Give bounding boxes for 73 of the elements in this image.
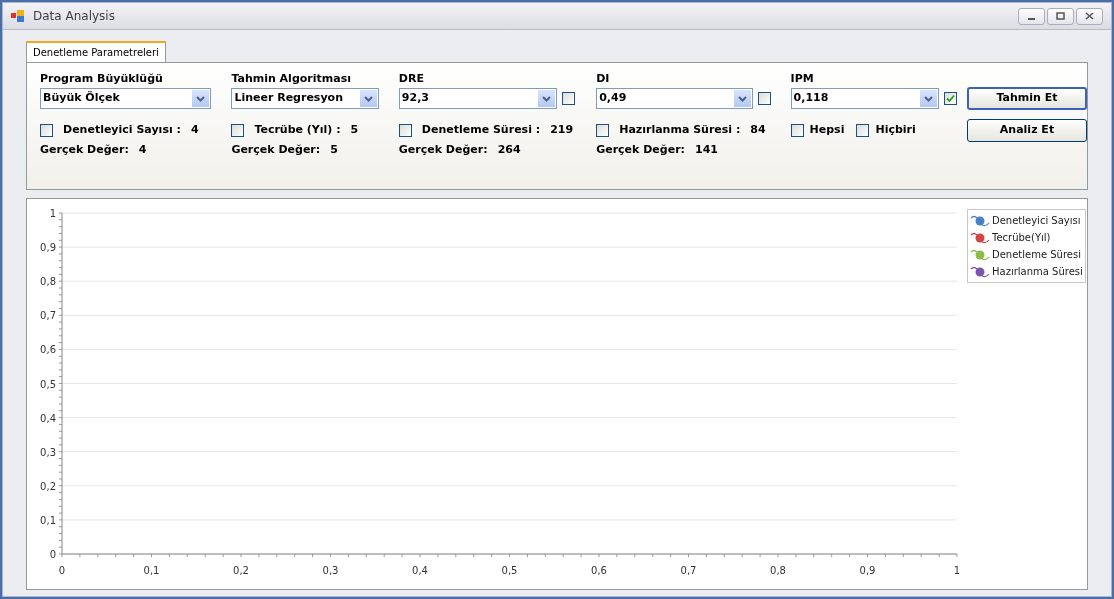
- dropdown-field[interactable]: Büyük Ölçek: [40, 88, 211, 110]
- maximize-icon: [1056, 12, 1065, 21]
- close-icon: [1085, 12, 1094, 21]
- field-label: Program Büyüklüğü: [40, 71, 164, 88]
- x-tick-label: 0,1: [143, 565, 160, 576]
- metric-label: Denetleyici Sayısı :: [63, 122, 181, 139]
- x-tick-label: 0,8: [770, 565, 786, 576]
- dropdown-field[interactable]: Lineer Regresyon: [231, 88, 380, 110]
- x-tick-label: 0,2: [233, 565, 249, 576]
- metric-value: 4: [190, 122, 199, 139]
- checkbox[interactable]: [758, 92, 772, 106]
- x-tick-label: 0,6: [591, 565, 607, 576]
- window-title: Data Analysis: [33, 8, 115, 26]
- option-label: Hepsi: [809, 122, 845, 139]
- actual-value-label: Gerçek Değer:: [40, 141, 129, 158]
- checkbox[interactable]: [943, 92, 957, 106]
- dropdown-field[interactable]: 92,3: [398, 88, 557, 110]
- checkbox[interactable]: [231, 124, 245, 137]
- field-label: Tahmin Algoritması: [231, 71, 352, 88]
- metric-value: 84: [750, 122, 766, 139]
- y-tick-label: 0,1: [40, 514, 56, 526]
- checkbox[interactable]: [856, 124, 870, 137]
- dropdown-field[interactable]: 0,49: [596, 88, 754, 110]
- x-tick-label: 1: [953, 565, 961, 576]
- legend-label: Tecrübe(Yıl): [992, 231, 1051, 245]
- checkbox[interactable]: [596, 124, 610, 137]
- actual-value: 141: [695, 141, 718, 158]
- checkbox[interactable]: [790, 124, 804, 137]
- y-tick-label: 1: [49, 208, 56, 219]
- metric-label: Tecrübe (Yıl) :: [254, 122, 341, 139]
- maximize-button[interactable]: [1047, 7, 1074, 25]
- field-label: DI: [596, 71, 611, 88]
- checkbox[interactable]: [40, 124, 53, 137]
- close-button[interactable]: [1076, 7, 1103, 25]
- option-label: Hiçbiri: [875, 122, 916, 139]
- x-tick-label: 0,4: [412, 565, 428, 576]
- field-label: IPM: [790, 71, 815, 88]
- legend-label: Hazırlanma Süresi: [992, 265, 1083, 279]
- x-tick-label: 0,5: [501, 565, 518, 576]
- actual-value-label: Gerçek Değer:: [398, 141, 488, 158]
- y-tick-label: 0,7: [40, 310, 56, 322]
- y-tick-label: 0,4: [40, 412, 56, 424]
- checkbox[interactable]: [398, 124, 412, 137]
- app-icon: [11, 10, 25, 23]
- actual-value-label: Gerçek Değer:: [596, 141, 685, 158]
- x-tick-label: 0,3: [322, 565, 339, 576]
- y-tick-label: 0,9: [40, 242, 56, 254]
- minimize-button[interactable]: [1018, 7, 1045, 25]
- actual-value: 5: [330, 141, 338, 158]
- metric-label: Denetleme Süresi :: [421, 122, 541, 139]
- legend-label: Denetleme Süresi: [992, 248, 1081, 262]
- field-label: DRE: [398, 71, 425, 88]
- action-button[interactable]: Analiz Et: [967, 119, 1087, 143]
- y-tick-label: 0,2: [40, 480, 56, 492]
- tab[interactable]: Denetleme Parametreleri: [26, 41, 166, 63]
- actual-value-label: Gerçek Değer:: [231, 141, 321, 158]
- action-button[interactable]: Tahmin Et: [967, 87, 1087, 111]
- dropdown-field[interactable]: 0,118: [790, 88, 939, 110]
- y-tick-label: 0,6: [40, 344, 56, 356]
- checkbox[interactable]: [561, 92, 575, 106]
- legend-label: Denetleyici Sayısı: [992, 214, 1081, 228]
- actual-value: 264: [497, 141, 521, 158]
- actual-value: 4: [138, 141, 147, 158]
- x-tick-label: 0,7: [680, 565, 697, 576]
- y-tick-label: 0,3: [40, 446, 56, 458]
- x-tick-label: 0: [58, 565, 66, 576]
- x-tick-label: 0,9: [859, 565, 876, 576]
- metric-value: 5: [350, 122, 359, 139]
- metric-value: 219: [550, 122, 574, 139]
- y-tick-label: 0,8: [40, 276, 56, 288]
- y-tick-label: 0: [49, 549, 56, 560]
- y-tick-label: 0,5: [40, 378, 56, 390]
- metric-label: Hazırlanma Süresi :: [619, 122, 741, 139]
